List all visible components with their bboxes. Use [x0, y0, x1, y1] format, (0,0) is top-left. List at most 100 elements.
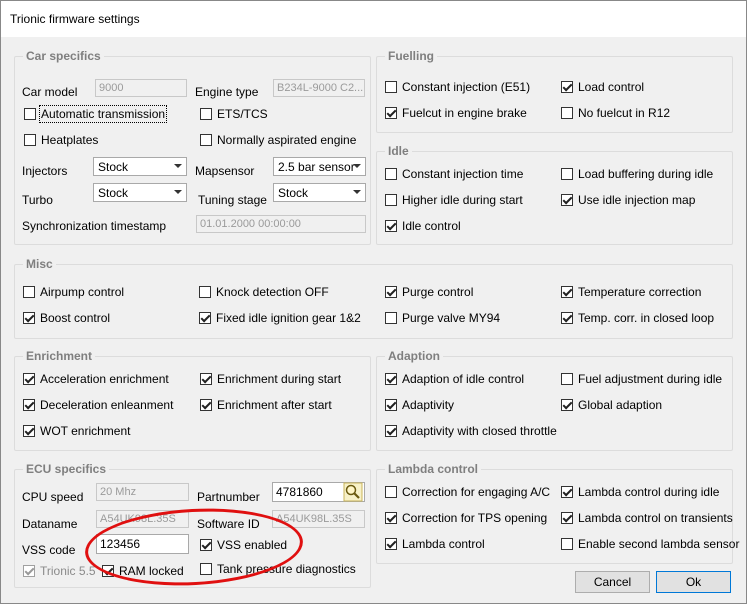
purge-valve-my94-checkbox[interactable]: Purge valve MY94 [385, 310, 500, 326]
engine-type-field: B234L-9000 C2... [273, 79, 365, 97]
window-title: Trionic firmware settings [10, 12, 140, 26]
checkbox-box [385, 512, 397, 524]
load-control-checkbox[interactable]: Load control [561, 79, 644, 95]
checkbox-box [23, 312, 35, 324]
checkbox-label: Trionic 5.5 [40, 564, 96, 578]
turbo-select[interactable]: Stock [93, 183, 187, 202]
higher-idle-start-checkbox[interactable]: Higher idle during start [385, 192, 523, 208]
acceleration-enrichment-checkbox[interactable]: Acceleration enrichment [23, 371, 169, 387]
lambda-control-idle-checkbox[interactable]: Lambda control during idle [561, 484, 719, 500]
checkbox-box [200, 108, 212, 120]
checkbox-label: Adaption of idle control [402, 372, 525, 386]
ram-locked-checkbox[interactable]: RAM locked [102, 563, 184, 579]
chevron-down-icon [174, 164, 182, 168]
lambda-control-legend: Lambda control [385, 462, 482, 476]
knock-detection-off-checkbox[interactable]: Knock detection OFF [199, 284, 329, 300]
checkbox-box [23, 399, 35, 411]
turbo-value: Stock [98, 186, 129, 200]
misc-legend: Misc [23, 257, 56, 271]
vss-code-input[interactable]: 123456 [96, 534, 189, 554]
temp-corr-closed-loop-checkbox[interactable]: Temp. corr. in closed loop [561, 310, 714, 326]
tuning-stage-select[interactable]: Stock [273, 183, 366, 202]
checkbox-label: No fuelcut in R12 [578, 106, 671, 120]
load-buffering-idle-checkbox[interactable]: Load buffering during idle [561, 166, 713, 182]
checkbox-label: Acceleration enrichment [40, 372, 169, 386]
checkbox-label: RAM locked [119, 564, 184, 578]
constant-injection-time-checkbox[interactable]: Constant injection time [385, 166, 523, 182]
settings-dialog: Trionic firmware settings Car specifics … [0, 0, 747, 604]
checkbox-box [23, 286, 35, 298]
lambda-control-transients-checkbox[interactable]: Lambda control on transients [561, 510, 733, 526]
checkbox-box [200, 539, 212, 551]
car-model-field: 9000 [95, 79, 187, 97]
sync-timestamp-label: Synchronization timestamp [22, 219, 167, 233]
no-fuelcut-r12-checkbox[interactable]: No fuelcut in R12 [561, 105, 670, 121]
temperature-correction-checkbox[interactable]: Temperature correction [561, 284, 701, 300]
checkbox-box [385, 312, 397, 324]
checkbox-label: Adaptivity [402, 398, 455, 412]
enrichment-after-start-checkbox[interactable]: Enrichment after start [200, 397, 332, 413]
adaptivity-closed-throttle-checkbox[interactable]: Adaptivity with closed throttle [385, 423, 557, 439]
checkbox-box [23, 565, 35, 577]
checkbox-label: Fuel adjustment during idle [578, 372, 723, 386]
cancel-button[interactable]: Cancel [575, 571, 650, 593]
correction-tps-checkbox[interactable]: Correction for TPS opening [385, 510, 547, 526]
ok-button[interactable]: Ok [656, 571, 731, 593]
search-icon[interactable] [343, 482, 363, 502]
checkbox-box [385, 425, 397, 437]
dataname-label: Dataname [22, 517, 78, 531]
checkbox-box [200, 563, 212, 575]
checkbox-label: Normally aspirated engine [217, 133, 357, 147]
checkbox-label: Fixed idle ignition gear 1&2 [216, 311, 361, 325]
checkbox-label: Fuelcut in engine brake [402, 106, 527, 120]
chevron-down-icon [353, 190, 361, 194]
adaption-legend: Adaption [385, 349, 443, 363]
tank-pressure-checkbox[interactable]: Tank pressure diagnostics [200, 561, 356, 577]
checkbox-label: Lambda control [402, 537, 485, 551]
heatplates-checkbox[interactable]: Heatplates [24, 132, 98, 148]
adaption-idle-control-checkbox[interactable]: Adaption of idle control [385, 371, 524, 387]
constant-injection-checkbox[interactable]: Constant injection (E51) [385, 79, 530, 95]
checkbox-box [561, 168, 573, 180]
injectors-select[interactable]: Stock [93, 157, 187, 176]
ets-tcs-checkbox[interactable]: ETS/TCS [200, 106, 268, 122]
correction-ac-checkbox[interactable]: Correction for engaging A/C [385, 484, 550, 500]
checkbox-box [385, 538, 397, 550]
ecu-specifics-legend: ECU specifics [23, 462, 110, 476]
checkbox-label: Deceleration enleanment [40, 398, 174, 412]
checkbox-box [385, 168, 397, 180]
checkbox-box [385, 194, 397, 206]
checkbox-label: Lambda control on transients [578, 511, 733, 525]
purge-control-checkbox[interactable]: Purge control [385, 284, 473, 300]
adaptivity-checkbox[interactable]: Adaptivity [385, 397, 454, 413]
checkbox-box [561, 373, 573, 385]
checkbox-label: Enrichment after start [217, 398, 332, 412]
checkbox-box [561, 538, 573, 550]
enrichment-during-start-checkbox[interactable]: Enrichment during start [200, 371, 341, 387]
checkbox-box [199, 286, 211, 298]
checkbox-label: Temperature correction [578, 285, 702, 299]
boost-control-checkbox[interactable]: Boost control [23, 310, 110, 326]
fixed-idle-ignition-checkbox[interactable]: Fixed idle ignition gear 1&2 [199, 310, 361, 326]
automatic-transmission-checkbox[interactable]: Automatic transmission [24, 105, 168, 123]
mapsensor-select[interactable]: 2.5 bar sensor [273, 157, 366, 176]
checkbox-label: Global adaption [578, 398, 663, 412]
wot-enrichment-checkbox[interactable]: WOT enrichment [23, 423, 130, 439]
checkbox-box [24, 134, 36, 146]
normally-aspirated-checkbox[interactable]: Normally aspirated engine [200, 132, 356, 148]
fuelcut-engine-brake-checkbox[interactable]: Fuelcut in engine brake [385, 105, 527, 121]
idle-control-checkbox[interactable]: Idle control [385, 218, 461, 234]
fuel-adjustment-idle-checkbox[interactable]: Fuel adjustment during idle [561, 371, 722, 387]
vss-enabled-checkbox[interactable]: VSS enabled [200, 537, 287, 553]
use-idle-injection-map-checkbox[interactable]: Use idle injection map [561, 192, 695, 208]
enable-second-sensor-checkbox[interactable]: Enable second lambda sensor [561, 536, 739, 552]
deceleration-enleanment-checkbox[interactable]: Deceleration enleanment [23, 397, 173, 413]
software-id-label: Software ID [197, 517, 260, 531]
global-adaption-checkbox[interactable]: Global adaption [561, 397, 662, 413]
lambda-control-checkbox[interactable]: Lambda control [385, 536, 485, 552]
tuning-stage-value: Stock [278, 186, 309, 200]
checkbox-box [385, 81, 397, 93]
checkbox-label: Boost control [40, 311, 111, 325]
airpump-control-checkbox[interactable]: Airpump control [23, 284, 124, 300]
checkbox-box [561, 512, 573, 524]
